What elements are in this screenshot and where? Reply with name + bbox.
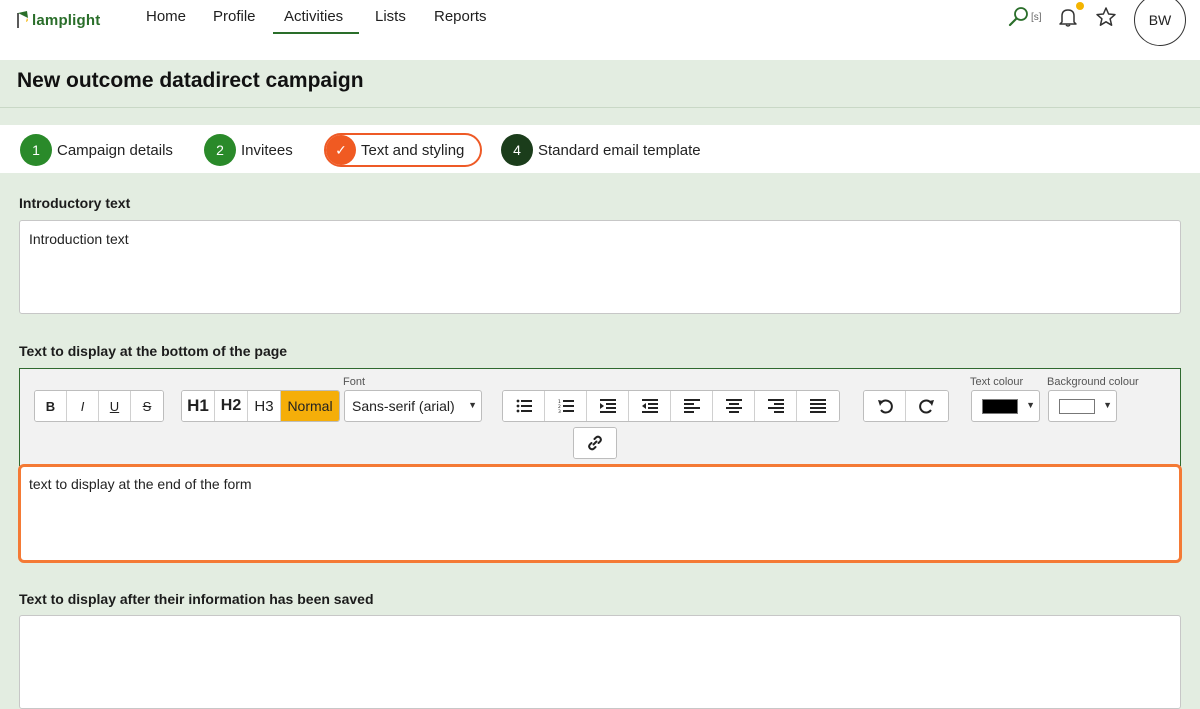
font-select-value: Sans-serif (arial)	[352, 398, 455, 414]
intro-label: Introductory text	[19, 195, 131, 211]
logo-text: lamplight	[32, 12, 101, 29]
h2-button[interactable]: H2	[215, 391, 248, 421]
svg-text:3: 3	[558, 409, 561, 413]
step-label: Text and styling	[361, 141, 465, 159]
page-title: New outcome datadirect campaign	[17, 69, 364, 92]
step-invitees[interactable]: 2 Invitees	[204, 134, 293, 166]
step-label: Standard email template	[538, 141, 701, 159]
nav-activities[interactable]: Activities	[284, 0, 343, 34]
underline-button[interactable]: U	[99, 391, 131, 421]
outdent-icon[interactable]	[629, 391, 671, 421]
align-right-icon[interactable]	[755, 391, 797, 421]
bottom-text-label: Text to display at the bottom of the pag…	[19, 343, 288, 359]
step-number: 2	[204, 134, 236, 166]
search-shortcut-hint: [s]	[1031, 12, 1042, 23]
lamp-icon	[17, 11, 28, 28]
strikethrough-button[interactable]: S	[131, 391, 163, 421]
numbered-list-icon[interactable]: 123	[545, 391, 587, 421]
align-left-icon[interactable]	[671, 391, 713, 421]
text-colour-swatch	[982, 398, 1018, 414]
bold-button[interactable]: B	[35, 391, 67, 421]
step-text-and-styling[interactable]: ✓ Text and styling	[324, 133, 483, 167]
logo[interactable]: lamplight	[16, 5, 100, 29]
text-colour-caption: Text colour	[970, 376, 1024, 388]
step-campaign-details[interactable]: 1 Campaign details	[20, 134, 173, 166]
undo-icon[interactable]	[864, 391, 906, 421]
step-standard-email-template[interactable]: 4 Standard email template	[501, 134, 701, 166]
h3-button[interactable]: H3	[248, 391, 281, 421]
paragraph-group: 123	[502, 390, 840, 422]
step-label: Invitees	[241, 141, 293, 159]
font-caption: Font	[343, 376, 366, 388]
h1-button[interactable]: H1	[182, 391, 215, 421]
steps-bar: 1 Campaign details 2 Invitees ✓ Text and…	[0, 125, 1200, 173]
chevron-down-icon: ▼	[468, 400, 477, 410]
heading-group: H1 H2 H3 Normal	[181, 390, 340, 422]
nav-reports[interactable]: Reports	[434, 0, 487, 34]
align-center-icon[interactable]	[713, 391, 755, 421]
rich-text-toolbar: B I U S H1 H2 H3 Normal Font Sans-serif …	[19, 368, 1181, 466]
bottom-text-editor[interactable]: text to display at the end of the form	[18, 464, 1182, 563]
chevron-down-icon: ▼	[1103, 400, 1112, 410]
step-label: Campaign details	[57, 141, 173, 159]
step-check-icon: ✓	[326, 135, 356, 165]
intro-textarea[interactable]: Introduction text	[19, 220, 1181, 314]
indent-icon[interactable]	[587, 391, 629, 421]
top-nav: lamplight Home Profile Activities Lists …	[0, 0, 1200, 60]
background-colour-caption: Background colour	[1047, 376, 1139, 388]
avatar[interactable]: BW	[1134, 0, 1186, 46]
link-icon[interactable]	[574, 428, 616, 458]
bullet-list-icon[interactable]	[503, 391, 545, 421]
format-group: B I U S	[34, 390, 164, 422]
history-group	[863, 390, 949, 422]
bell-icon[interactable]	[1057, 6, 1079, 28]
after-save-textarea[interactable]	[19, 615, 1181, 709]
nav-home[interactable]: Home	[146, 0, 186, 34]
normal-button[interactable]: Normal	[281, 391, 339, 421]
star-icon[interactable]	[1095, 6, 1117, 28]
text-colour-select[interactable]: ▼	[971, 390, 1040, 422]
align-justify-icon[interactable]	[797, 391, 839, 421]
active-nav-indicator	[273, 32, 359, 34]
title-band: New outcome datadirect campaign	[0, 60, 1200, 108]
font-select[interactable]: Sans-serif (arial) ▼	[344, 390, 482, 422]
chevron-down-icon: ▼	[1026, 400, 1035, 410]
italic-button[interactable]: I	[67, 391, 99, 421]
search-icon[interactable]	[1008, 6, 1030, 28]
step-number: 4	[501, 134, 533, 166]
nav-lists[interactable]: Lists	[375, 0, 406, 34]
after-save-label: Text to display after their information …	[19, 591, 374, 607]
nav-profile[interactable]: Profile	[213, 0, 256, 34]
notification-dot	[1076, 2, 1084, 10]
step-number: 1	[20, 134, 52, 166]
background-colour-swatch	[1059, 398, 1095, 414]
redo-icon[interactable]	[906, 391, 948, 421]
background-colour-select[interactable]: ▼	[1048, 390, 1117, 422]
link-group	[573, 427, 617, 459]
